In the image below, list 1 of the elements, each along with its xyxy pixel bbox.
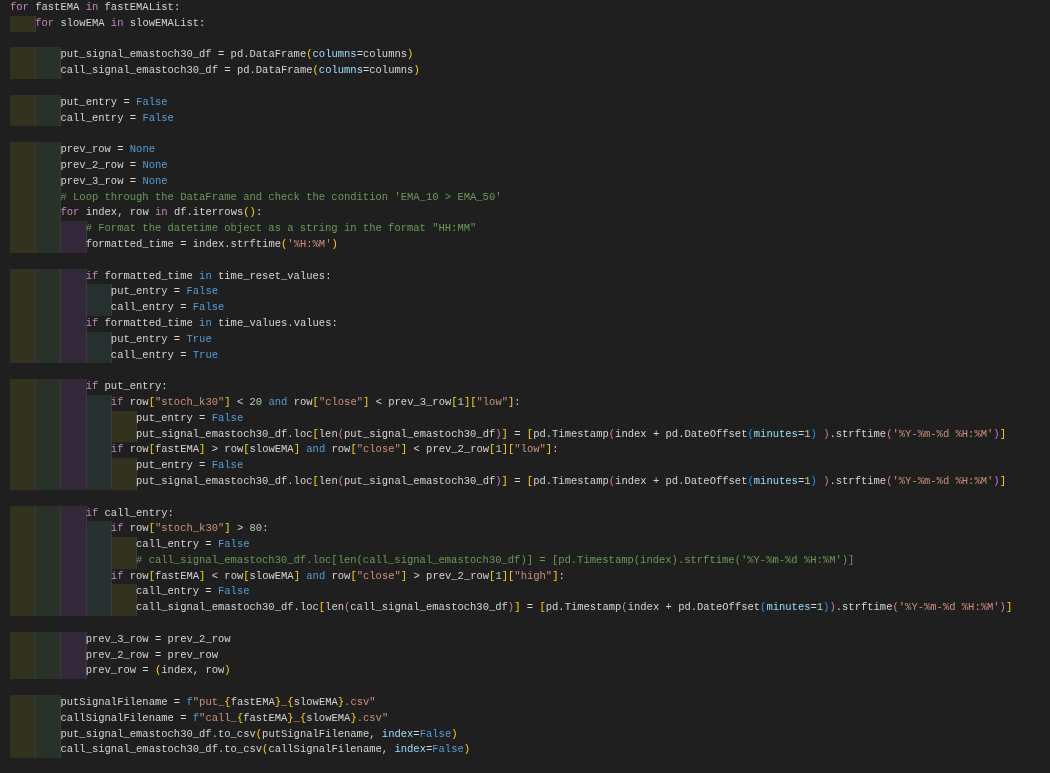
- code-line: for fastEMA in fastEMAList:: [10, 0, 181, 15]
